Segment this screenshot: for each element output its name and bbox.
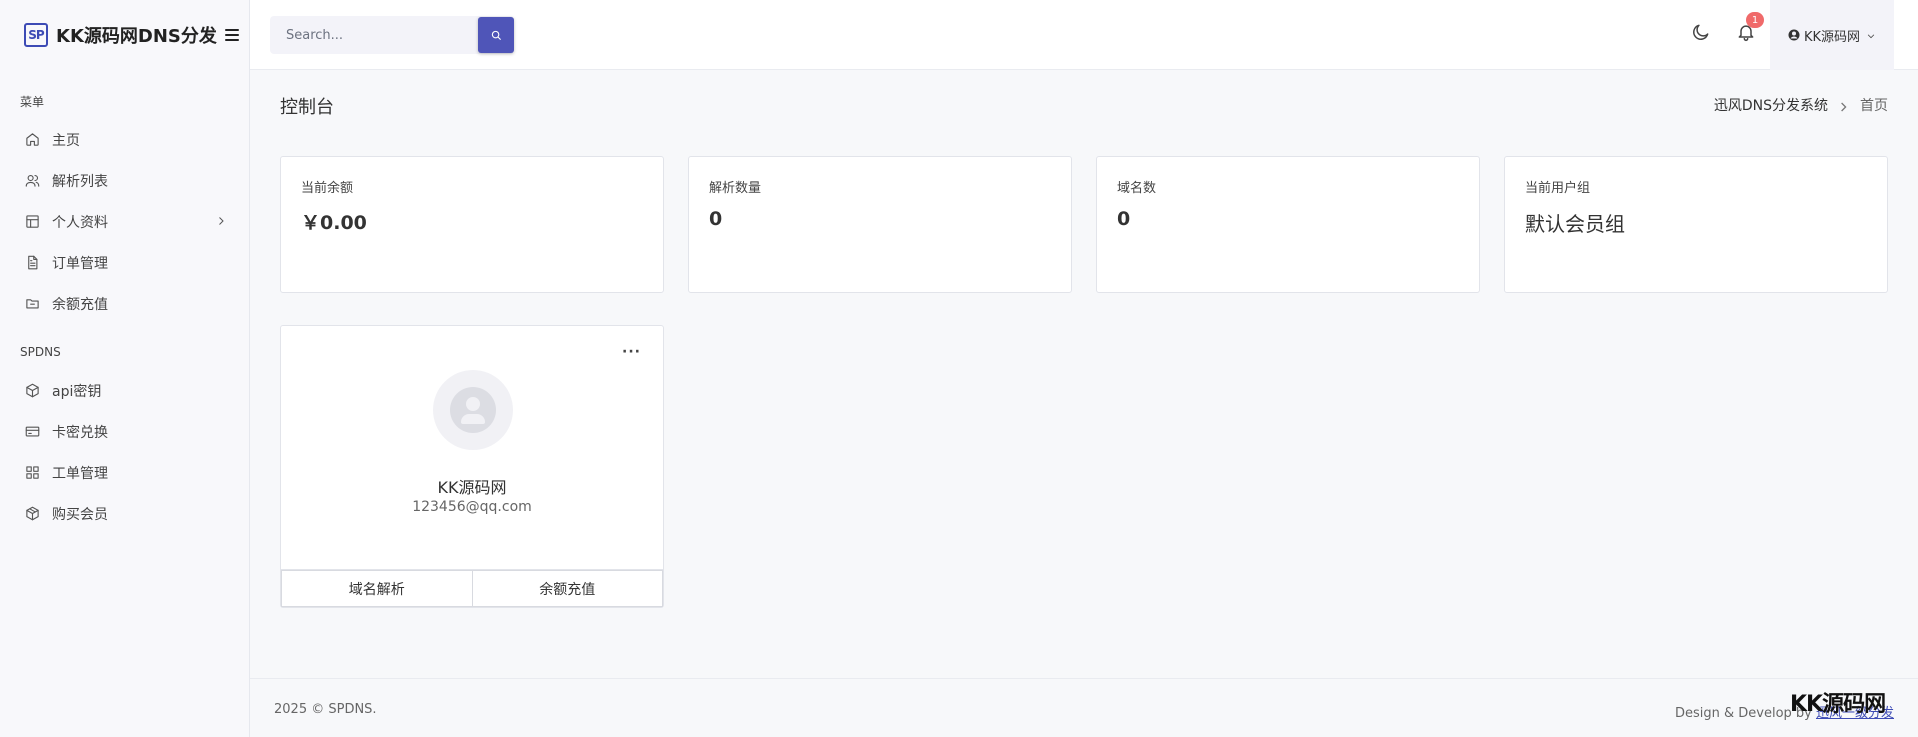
user-menu[interactable]: KK源码网 (1770, 0, 1894, 70)
user-circle-icon (1788, 29, 1800, 41)
stat-card-domain-count: 域名数 0 (1096, 156, 1480, 293)
stat-value: ￥0.00 (301, 212, 367, 234)
stat-card-balance: 当前余额 ￥0.00 (280, 156, 664, 293)
hamburger-menu-icon[interactable] (224, 28, 239, 42)
footer: 2025 © SPDNS. Design & Develop by 迅风一级分发 (250, 678, 1918, 737)
domain-resolve-button[interactable]: 域名解析 (281, 570, 473, 607)
profile-actions: 域名解析 余额充值 (281, 569, 663, 607)
stat-label: 当前用户组 (1525, 181, 1591, 196)
layout-icon (24, 214, 40, 230)
brand-name[interactable]: KK源码网DNS分发 (56, 22, 217, 48)
dark-mode-toggle[interactable] (1691, 22, 1713, 44)
more-options-icon[interactable]: ··· (622, 344, 641, 360)
chevron-right-icon (1840, 100, 1850, 112)
box-icon (24, 506, 40, 522)
sidebar-item-api-key[interactable]: api密钥 (0, 370, 249, 411)
sidebar-item-label: 余额充值 (52, 296, 108, 313)
brand-logo[interactable]: SP (24, 23, 48, 47)
search-box (270, 16, 514, 54)
sidebar-item-label: 订单管理 (52, 255, 108, 272)
chevron-right-icon[interactable] (215, 215, 227, 227)
breadcrumb-link[interactable]: 迅风DNS分发系统 (1714, 95, 1828, 115)
cube-icon (24, 383, 40, 399)
sidebar-item-card-redeem[interactable]: 卡密兑换 (0, 411, 249, 452)
breadcrumb-current: 首页 (1860, 98, 1888, 114)
breadcrumb: 迅风DNS分发系统 首页 (1714, 95, 1888, 115)
footer-copyright: 2025 © SPDNS. (274, 702, 377, 717)
stat-card-user-group: 当前用户组 默认会员组 (1504, 156, 1888, 293)
sidebar-item-orders[interactable]: 订单管理 (0, 242, 249, 283)
sidebar-item-label: 主页 (52, 132, 80, 149)
profile-card: ··· KK源码网 123456@qq.com 域名解析 余额充值 (280, 325, 664, 608)
stat-card-resolve-count: 解析数量 0 (688, 156, 1072, 293)
stat-label: 当前余额 (301, 181, 354, 196)
topbar: 1 KK源码网 (250, 0, 1918, 70)
menu-section-title: SPDNS (20, 345, 61, 359)
home-icon (24, 132, 40, 148)
search-icon (491, 30, 501, 40)
sidebar-item-label: 购买会员 (52, 506, 108, 523)
users-icon (24, 173, 40, 189)
chevron-down-icon (1866, 30, 1876, 40)
notification-badge: 1 (1746, 12, 1764, 28)
sidebar-item-label: 个人资料 (52, 214, 108, 231)
sidebar-item-label: 工单管理 (52, 465, 108, 482)
sidebar-item-tickets[interactable]: 工单管理 (0, 452, 249, 493)
stat-value: 0 (1117, 208, 1131, 230)
stat-label: 解析数量 (709, 181, 762, 196)
credit-card-icon (24, 424, 40, 440)
sidebar-item-label: 解析列表 (52, 173, 108, 190)
watermark: KK源码网 (1790, 692, 1886, 717)
stat-label: 域名数 (1117, 181, 1157, 196)
sidebar-item-home[interactable]: 主页 (0, 119, 249, 160)
stat-value: 默认会员组 (1525, 212, 1625, 236)
search-button[interactable] (478, 17, 514, 53)
search-input[interactable] (270, 16, 476, 54)
folder-icon (24, 296, 40, 312)
menu-section-title: 菜单 (20, 94, 45, 109)
grid-icon (24, 465, 40, 481)
username: KK源码网 (1803, 29, 1861, 45)
sidebar-item-resolve-list[interactable]: 解析列表 (0, 160, 249, 201)
recharge-button[interactable]: 余额充值 (472, 570, 663, 607)
sidebar-item-profile[interactable]: 个人资料 (0, 201, 249, 242)
profile-name: KK源码网 (437, 478, 507, 497)
stat-value: 0 (709, 208, 723, 230)
sidebar-item-label: 卡密兑换 (52, 424, 108, 441)
sidebar-item-buy-member[interactable]: 购买会员 (0, 493, 249, 534)
sidebar-item-label: api密钥 (52, 383, 102, 400)
page-title: 控制台 (280, 97, 334, 118)
sidebar-item-recharge[interactable]: 余额充值 (0, 283, 249, 324)
file-icon (24, 255, 40, 271)
moon-icon (1693, 24, 1709, 40)
profile-email: 123456@qq.com (412, 499, 532, 515)
sidebar: SP KK源码网DNS分发 菜单 主页 解析列表 个人资料 订单管理 余额充值 … (0, 0, 250, 737)
avatar (433, 370, 513, 450)
brand: SP KK源码网DNS分发 (0, 0, 249, 70)
